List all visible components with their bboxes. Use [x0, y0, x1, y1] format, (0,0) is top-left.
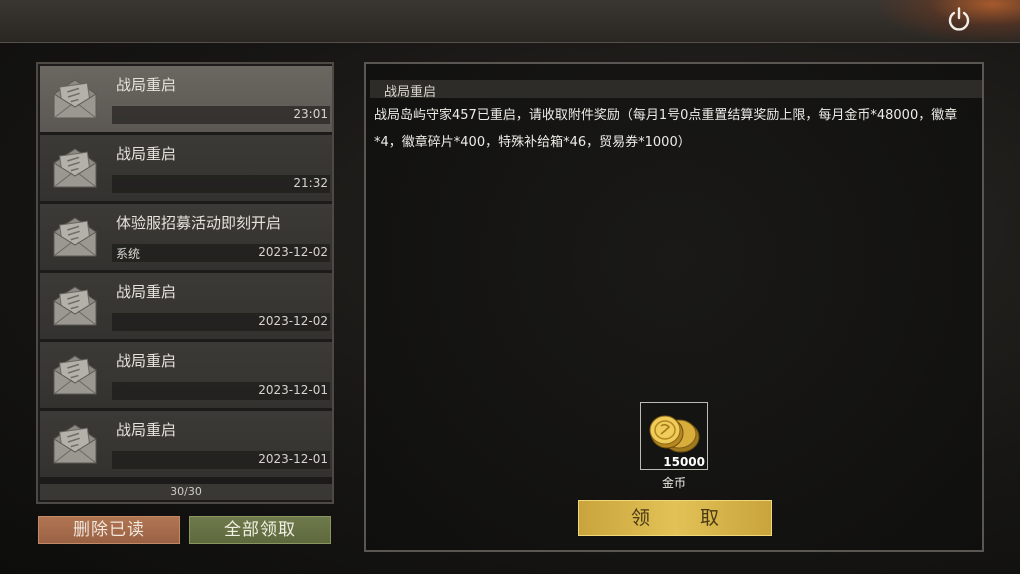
mail-time: 2023-12-02 [258, 314, 328, 328]
top-bar [0, 0, 1020, 43]
mail-meta: 2023-12-02 [112, 313, 330, 331]
claim-all-button[interactable]: 全部领取 [189, 516, 331, 544]
mail-item[interactable]: 战局重启 2023-12-01 [40, 411, 332, 477]
mail-title: 战局重启 [116, 352, 177, 370]
mail-meta: 2023-12-01 [112, 451, 330, 469]
mail-envelope-icon [50, 143, 100, 191]
mail-title: 战局重启 [116, 283, 177, 301]
mail-item[interactable]: 战局重启 2023-12-01 [40, 342, 332, 408]
claim-button[interactable]: 领 取 [578, 500, 772, 536]
mail-meta: 系统 2023-12-02 [112, 244, 330, 262]
mail-item[interactable]: 战局重启 23:01 [40, 66, 332, 132]
mail-meta: 21:32 [112, 175, 330, 193]
mail-time: 2023-12-01 [258, 383, 328, 397]
mail-envelope-icon [50, 419, 100, 467]
mail-item[interactable]: 战局重启 2023-12-02 [40, 273, 332, 339]
mail-time: 21:32 [293, 176, 328, 190]
mail-detail-header: 战局重启 [370, 80, 982, 100]
mail-detail-body: 战局岛屿守家457已重启，请收取附件奖励（每月1号0点重置结算奖励上限，每月金币… [374, 108, 958, 150]
mail-detail-panel: 战局重启 战局岛屿守家457已重启，请收取附件奖励（每月1号0点重置结算奖励上限… [364, 62, 984, 552]
mail-time: 2023-12-01 [258, 452, 328, 466]
mail-time: 2023-12-02 [258, 245, 328, 259]
mail-list-panel: 战局重启 23:01 战局重启 21:32 体验服招募活动即刻开启 系统 202… [36, 62, 334, 504]
reward-name: 金币 [661, 476, 686, 490]
mail-meta: 2023-12-01 [112, 382, 330, 400]
mail-count: 30/30 [40, 484, 332, 500]
power-button[interactable] [942, 2, 976, 36]
mail-envelope-icon [50, 281, 100, 329]
reward-count: 15000 [663, 455, 705, 469]
mail-title: 战局重启 [116, 421, 177, 439]
mail-envelope-icon [50, 74, 100, 122]
power-icon [948, 7, 970, 31]
mail-envelope-icon [50, 212, 100, 260]
mail-envelope-icon [50, 350, 100, 398]
mail-item[interactable]: 体验服招募活动即刻开启 系统 2023-12-02 [40, 204, 332, 270]
mail-sender: 系统 [116, 247, 141, 261]
mail-title: 战局重启 [116, 145, 177, 163]
mail-meta: 23:01 [112, 106, 330, 124]
mail-time: 23:01 [293, 107, 328, 121]
mail-detail-title: 战局重启 [384, 85, 437, 100]
mail-title: 战局重启 [116, 76, 177, 94]
delete-read-button[interactable]: 删除已读 [38, 516, 180, 544]
reward-slot[interactable]: 15000 [640, 402, 708, 470]
mail-item[interactable]: 战局重启 21:32 [40, 135, 332, 201]
mail-title: 体验服招募活动即刻开启 [116, 214, 282, 232]
